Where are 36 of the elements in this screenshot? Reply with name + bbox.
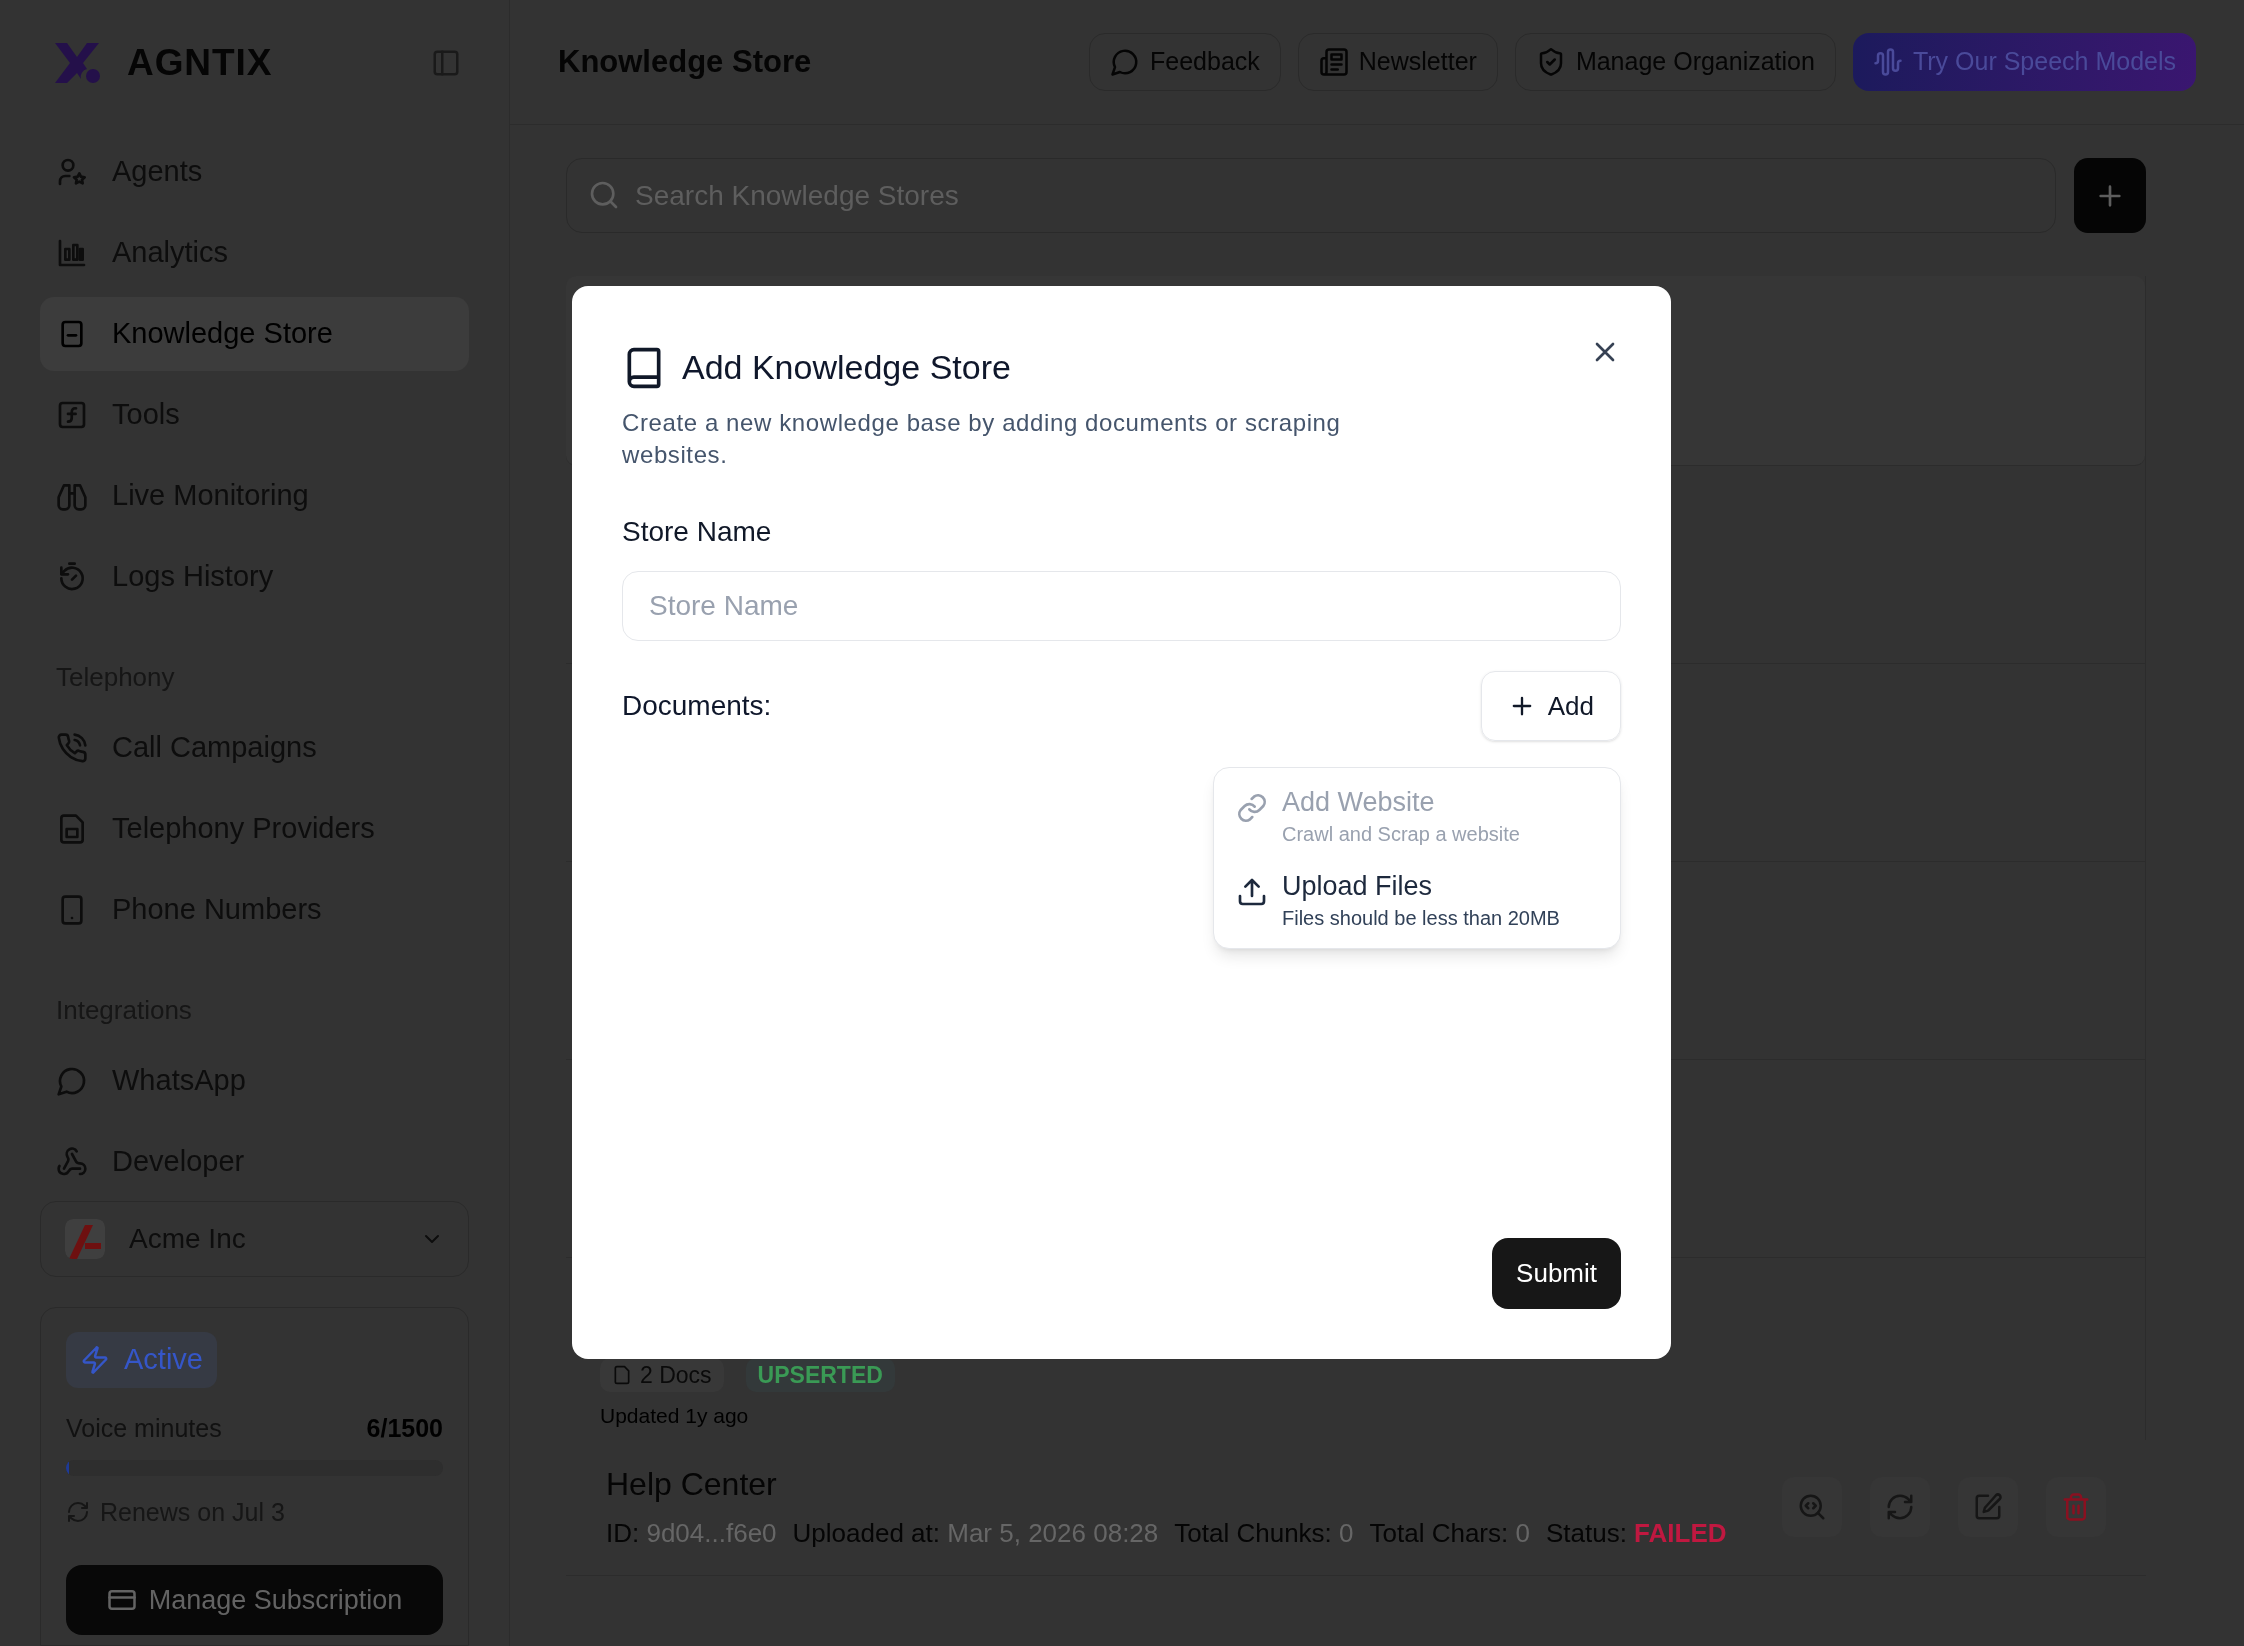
add-button[interactable]: Add	[1480, 671, 1621, 741]
field-label: Store Name	[622, 515, 772, 549]
lightning-icon	[80, 1345, 110, 1375]
documents-label: Documents:	[622, 689, 773, 723]
menu-item-title: Add Website	[1282, 786, 1436, 819]
refresh-icon	[66, 1500, 90, 1525]
organization-logo-icon	[65, 1219, 105, 1259]
store-name-field[interactable]: Store Name	[622, 571, 1621, 641]
newspaper-icon	[1318, 47, 1349, 77]
search-icon	[588, 179, 620, 211]
menu-item-title: Upload Files	[1282, 870, 1434, 903]
upload-icon	[1236, 876, 1268, 908]
logo-icon	[55, 42, 101, 83]
dialog-title: Add Knowledge Store	[682, 347, 1011, 388]
waveform-icon	[1872, 47, 1903, 77]
trash-icon	[2061, 1491, 2091, 1522]
function-icon	[56, 399, 88, 431]
user-star-icon	[56, 156, 88, 188]
submit-button[interactable]: Submit	[1492, 1238, 1621, 1309]
sidebar-item[interactable]: Knowledge Store	[40, 297, 469, 371]
manage-subscription-button[interactable]: Manage Subscription	[66, 1565, 443, 1635]
add-store-button[interactable]	[2074, 158, 2146, 233]
menu-item[interactable]: Upload Files Files should be less than 20MB	[1226, 866, 1608, 934]
status-badge: Active	[66, 1332, 217, 1388]
chat-bubble-icon	[56, 1065, 88, 1097]
file-icon	[612, 1365, 632, 1385]
dialog-description: Create a new knowledge base by adding documents or scraping websites.	[622, 408, 1342, 470]
edit-icon	[1973, 1491, 2003, 1522]
menu-item-subtitle: Files should be less than 20MB	[1282, 906, 1560, 931]
chat-bubble-icon	[1110, 47, 1140, 77]
bar-chart-icon	[56, 237, 88, 269]
link-icon	[1236, 792, 1268, 824]
status-badge: UPSERTED	[745, 1358, 895, 1392]
phone-icon	[56, 732, 88, 764]
webhook-icon	[56, 1146, 88, 1178]
menu-item-subtitle: Crawl and Scrap a website	[1282, 822, 1520, 847]
